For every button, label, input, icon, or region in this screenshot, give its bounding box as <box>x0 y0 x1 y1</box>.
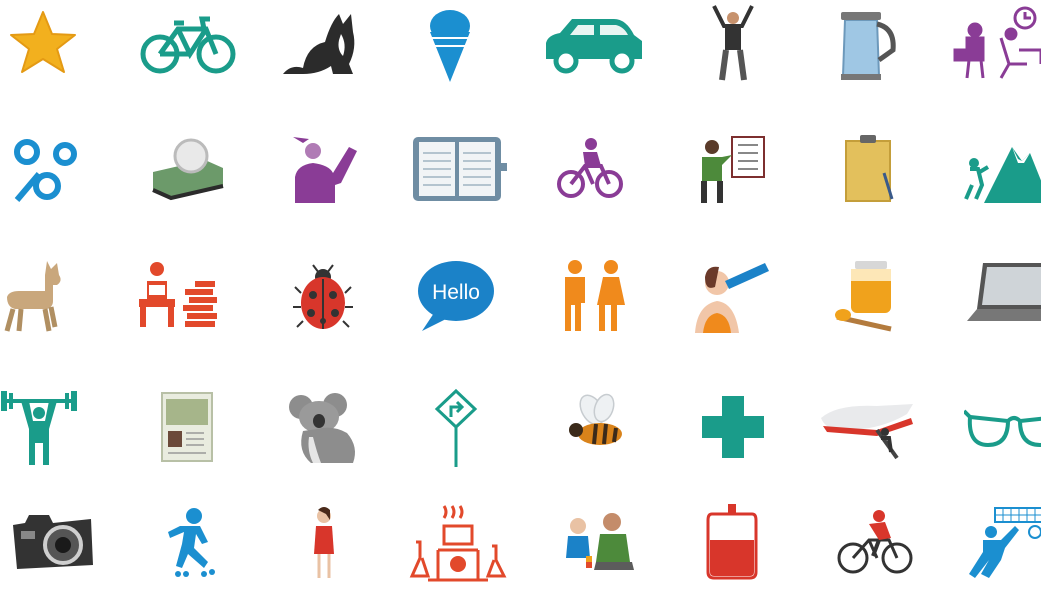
roller-skater-icon <box>123 485 253 599</box>
clipboard-icon <box>805 112 935 226</box>
mountain-climber-icon <box>940 112 1041 226</box>
planner-book-icon <box>394 112 524 226</box>
bee-icon <box>532 370 662 484</box>
person-waving-icon <box>258 112 388 226</box>
reading-coins-icon <box>115 238 245 352</box>
ice-cream-icon <box>385 0 515 101</box>
woman-red-dress-icon <box>259 485 389 599</box>
ladybug-icon <box>258 238 388 352</box>
airplane-boarding-icon <box>802 370 932 484</box>
laboratory-icon <box>393 485 523 599</box>
turn-right-sign-icon <box>391 370 521 484</box>
star-icon <box>0 0 108 101</box>
car-icon <box>529 0 659 101</box>
hello-speech-bubble-icon: Hello <box>389 238 519 352</box>
blood-bag-icon <box>667 485 797 599</box>
road-cyclist-icon <box>810 485 940 599</box>
bicycle-icon <box>123 0 253 101</box>
hello-text: Hello <box>432 281 480 304</box>
icon-grid: Hello <box>0 0 1041 582</box>
tape-dispenser-icon <box>122 112 252 226</box>
camera-icon <box>0 485 117 599</box>
medical-cross-icon <box>668 370 798 484</box>
woman-drinking-icon <box>665 238 795 352</box>
volleyball-player-icon <box>945 485 1041 599</box>
honey-jar-icon <box>801 238 931 352</box>
people-talking-icon <box>528 238 658 352</box>
koala-icon <box>258 370 388 484</box>
cyclist-icon <box>525 112 655 226</box>
laptop-icon <box>943 238 1041 352</box>
celebrating-man-icon <box>668 0 798 101</box>
llama-icon <box>0 238 102 352</box>
presenter-icon <box>667 112 797 226</box>
gears-icon <box>0 112 112 226</box>
glasses-icon <box>954 370 1041 484</box>
cat-icon <box>253 0 383 101</box>
passport-icon <box>122 370 252 484</box>
office-worker-clock-icon <box>943 0 1041 101</box>
children-playing-icon <box>531 485 661 599</box>
weightlifter-icon <box>0 370 104 484</box>
kettle-icon <box>803 0 933 101</box>
